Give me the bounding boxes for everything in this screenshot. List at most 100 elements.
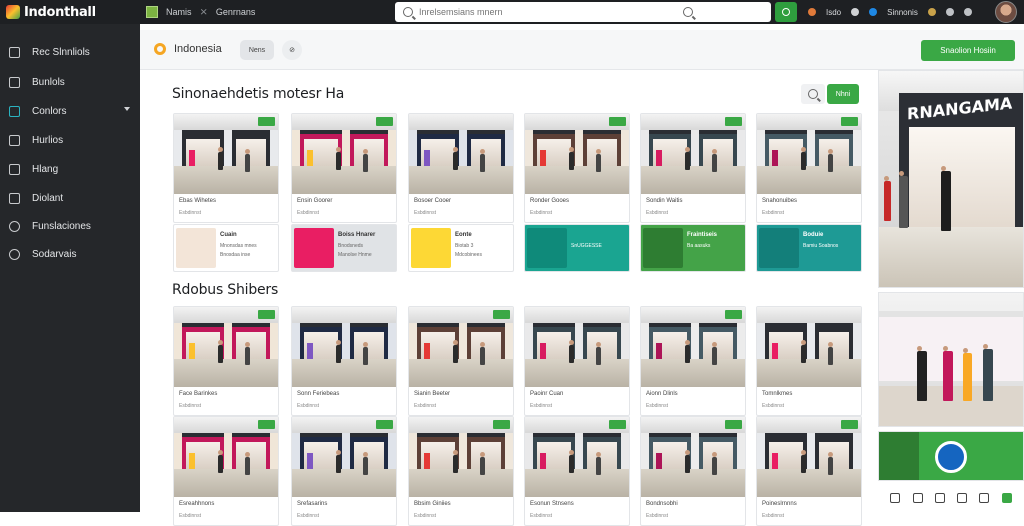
shopper-figure [244,342,250,365]
store-card[interactable]: Snahonuibes Esbdinnst [756,113,862,223]
promo-card[interactable]: Boiss Hnarer Bnodsneds Manolse Hnme [291,224,397,272]
storefront [232,433,270,469]
sidebar-item-1[interactable]: Rec Slnnliols [0,40,140,64]
page-header: Indonesia Nens ⊘ [140,30,878,70]
store-card[interactable]: Poineslrnnns Esbdinnst [756,416,862,526]
store-thumbnail[interactable] [409,307,513,387]
store-thumbnail[interactable] [525,417,629,497]
card-caption: Bondnsobhi [646,501,678,507]
store-card[interactable]: Srefasarins Esbdinnst [291,416,397,526]
store-card[interactable]: Bosoer Cooer Esbdinnst [408,113,514,223]
notification-icon[interactable] [927,8,936,16]
shopper-figure [362,149,368,172]
cart-icon[interactable] [912,493,923,503]
store-thumbnail[interactable] [525,114,629,194]
store-card[interactable]: Sondin Waitis Esbdinnst [640,113,746,223]
promo-card[interactable]: SnUGGESSE [524,224,630,272]
refresh-icon[interactable] [979,493,990,503]
promo-card[interactable]: Cuain Mnonsdas mnes Bnosdaa inse [173,224,279,272]
store-card[interactable]: Bbsim Giniies Esbdinnst [408,416,514,526]
filter-chip[interactable]: Nens [240,40,274,60]
section-action-button[interactable]: Nhni [827,84,859,104]
store-scene [409,114,513,194]
store-card[interactable]: Ronder Gooes Esbdinnst [524,113,630,223]
search-input[interactable] [419,7,763,17]
shopper-figure [568,450,574,474]
store-thumbnail[interactable] [641,307,745,387]
top-nav-item-1[interactable]: Namis [166,7,192,17]
add-icon[interactable] [1001,493,1012,503]
floor [525,359,629,387]
sidebar-item-3[interactable]: Conlors [0,99,140,123]
sidebar-item-6[interactable]: Diolant [0,186,140,210]
promo-card[interactable]: Eonte Biotab 3 Mdcobinees [408,224,514,272]
sidebar-item-2[interactable]: Bunlols [0,70,140,94]
store-thumbnail[interactable] [174,307,278,387]
store-thumbnail[interactable] [641,417,745,497]
shopper-figure [217,147,223,171]
storefront [815,433,853,469]
store-card[interactable]: Face Barinkes Esbdinnst [173,306,279,416]
store-thumbnail[interactable] [757,114,861,194]
store-thumbnail[interactable] [409,417,513,497]
search-button[interactable] [801,84,825,104]
avatar[interactable] [995,1,1017,23]
menu-icon[interactable] [963,8,972,16]
store-thumbnail[interactable] [174,114,278,194]
store-thumbnail[interactable] [409,114,513,194]
store-card[interactable]: Bondnsobhi Esbdinnst [640,416,746,526]
promo-card[interactable]: Boduie Bamiu Soabnos [756,224,862,272]
location-icon[interactable] [808,8,816,16]
image-icon[interactable] [957,493,968,503]
store-card[interactable]: Tomnlkmes Esbdinnst [756,306,862,416]
store-thumbnail[interactable] [292,114,396,194]
sidebar-item-8[interactable]: Sodarvais [0,242,140,266]
store-card[interactable]: Esonun Stnsens Esbdinnst [524,416,630,526]
store-card[interactable]: Paoinr Cuan Esbdinnst [524,306,630,416]
store-thumbnail[interactable] [525,307,629,387]
promo-line: Bnosdaa inse [220,252,251,258]
filter-icon[interactable] [934,493,945,503]
help-icon[interactable] [851,8,860,16]
store-thumbnail[interactable] [174,417,278,497]
promo-card[interactable]: Fraintiseis Ba aasuks [640,224,746,272]
sidebar-item-5[interactable]: Hlang [0,157,140,181]
edit-icon[interactable] [890,493,901,503]
app-logo[interactable]: Indonthall [6,3,96,21]
top-nav-item-2[interactable]: Genrnans [216,7,256,17]
card-subtitle: Esbdinnst [646,210,668,216]
store-thumbnail[interactable] [757,417,861,497]
store-card[interactable]: Sianin Beeter Esbdinnst [408,306,514,416]
store-card[interactable]: Sonn Feriebeas Esbdinnst [291,306,397,416]
home-icon[interactable] [146,6,158,18]
store-sign: RNANGAMA [907,93,1013,124]
chevron-down-icon[interactable] [124,107,130,111]
primary-cta-button[interactable]: Snaolion Hosiin [921,40,1015,61]
right-secondary-image[interactable] [878,292,1024,427]
store-thumbnail[interactable] [292,417,396,497]
store-card[interactable]: Ensin Goorer Esbdinnst [291,113,397,223]
badge-icon [376,420,393,429]
tag-chip[interactable]: ⊘ [282,40,302,60]
section-title: Sinonaehdetis motesr Ha [172,86,345,102]
top-right-item-2[interactable]: Sinnonis [887,8,918,17]
user-icon[interactable] [869,8,878,16]
store-card[interactable]: Ebas Wihetes Esbdinnst [173,113,279,223]
card-caption: Bosoer Cooer [414,198,452,204]
right-hero-image[interactable]: RNANGAMA [878,70,1024,288]
store-thumbnail[interactable] [292,307,396,387]
store-card[interactable]: Esreahhnons Esbdinnst [173,416,279,526]
shopper-figure [884,176,891,221]
search-submit-icon[interactable] [683,7,693,17]
refresh-button[interactable] [775,2,797,22]
settings-icon[interactable] [945,8,954,16]
store-thumbnail[interactable] [757,307,861,387]
sidebar-item-4[interactable]: Hurlios [0,128,140,152]
right-promo-banner[interactable] [878,431,1024,481]
search-bar[interactable] [395,2,771,22]
storefront [467,130,505,166]
sidebar-item-7[interactable]: Funslaciones [0,214,140,238]
store-thumbnail[interactable] [641,114,745,194]
top-right-item-1[interactable]: Isdo [826,8,841,17]
store-card[interactable]: Aionn Dlinls Esbdinnst [640,306,746,416]
